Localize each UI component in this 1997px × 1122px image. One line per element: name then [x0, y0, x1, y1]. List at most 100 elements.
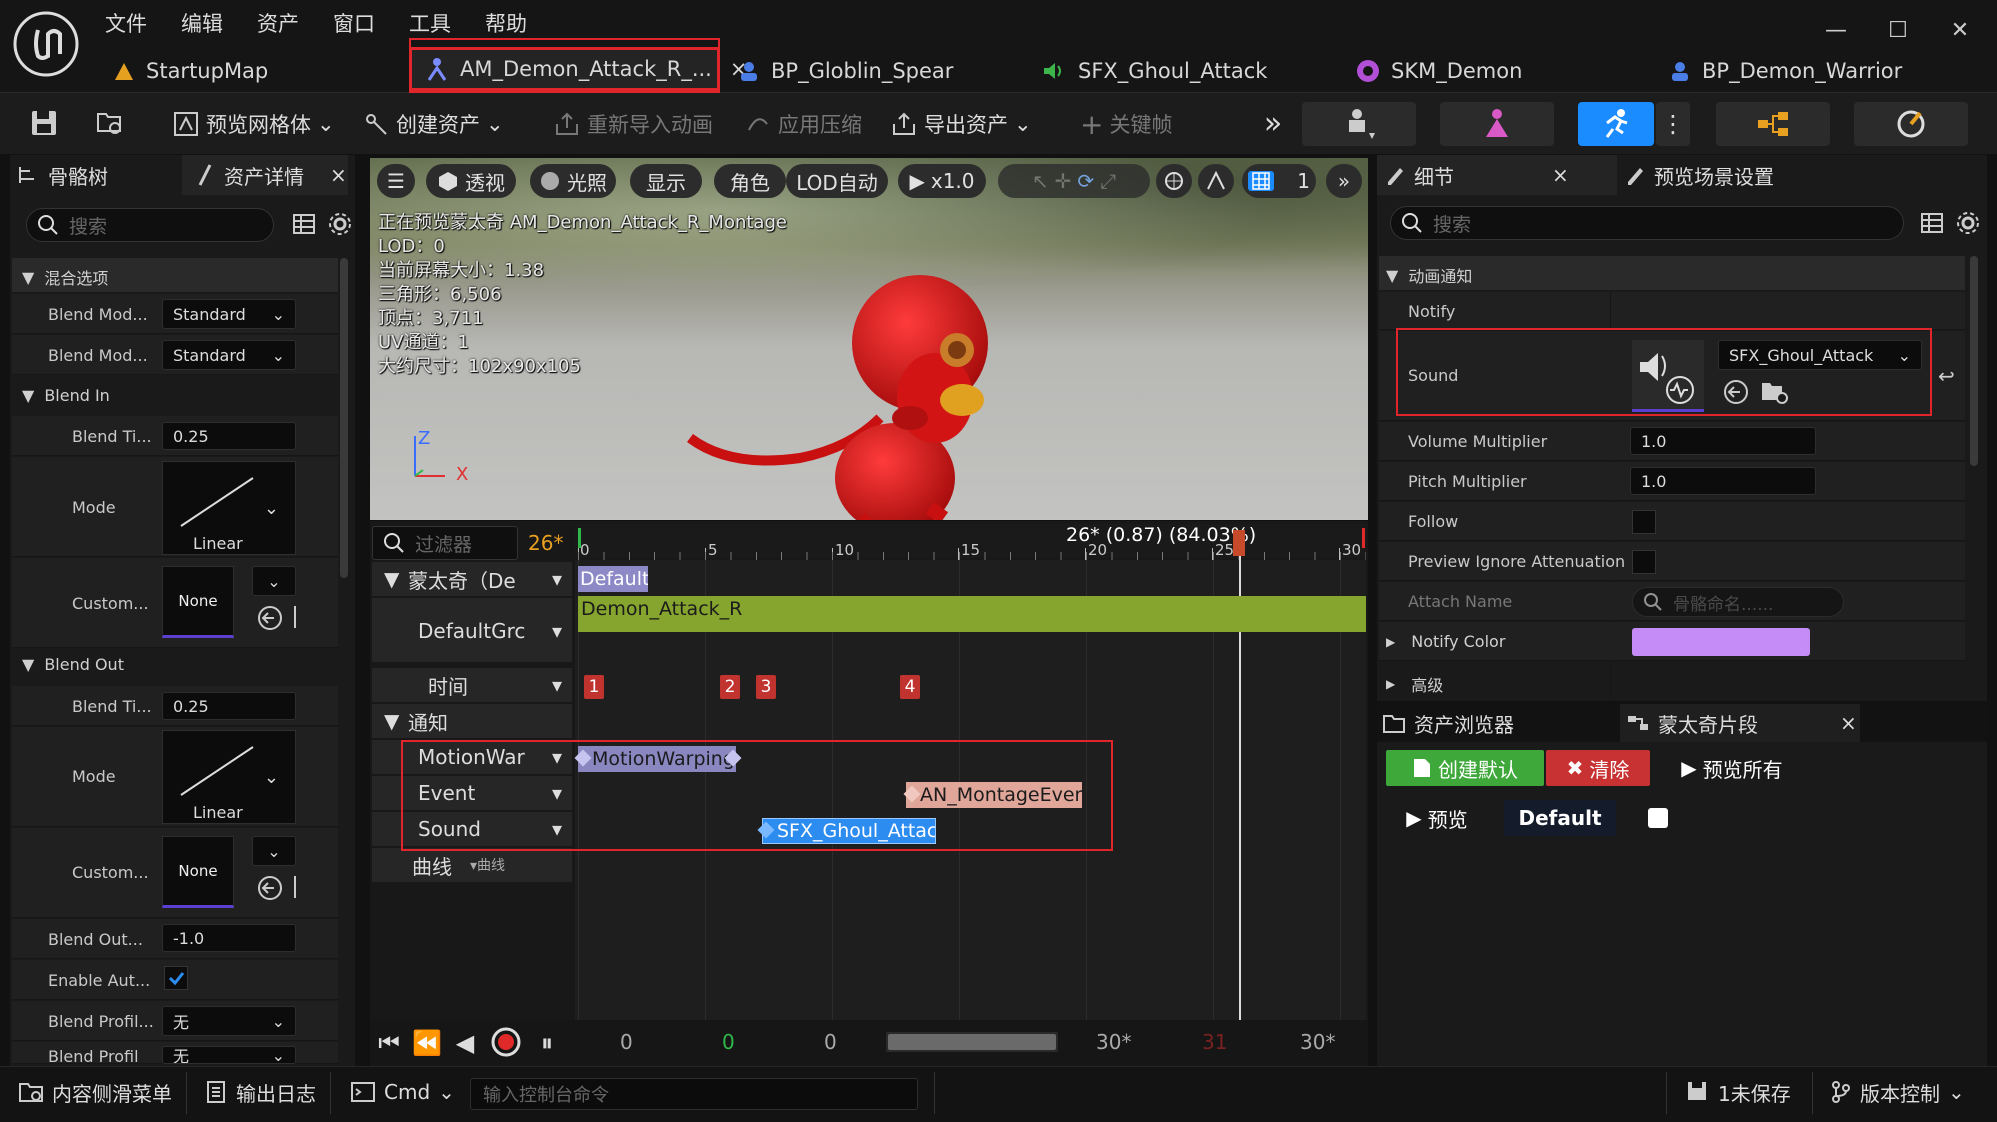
playback-end[interactable]: 31	[1202, 1030, 1227, 1054]
attach-name-input[interactable]: 骨骼命名......	[1632, 587, 1844, 617]
more-chevron-icon[interactable]: »	[1255, 105, 1291, 141]
key-button[interactable]: + 关键帧	[1080, 103, 1172, 145]
translate-icon[interactable]: ✛	[1055, 169, 1072, 193]
blend-mode-dropdown[interactable]: Standard ⌄	[162, 340, 296, 370]
close-icon[interactable]: ×	[1552, 163, 1569, 187]
browse-icon[interactable]	[92, 105, 128, 141]
blend-profile-dropdown[interactable]: 无 ⌄	[162, 1006, 296, 1036]
category-advanced-header[interactable]: ▶ 高级	[1386, 672, 1443, 696]
go-to-start-icon[interactable]: ⏮	[372, 1026, 406, 1060]
section-marker[interactable]: 2	[720, 675, 740, 699]
tab-startupmap[interactable]: StartupMap	[100, 50, 400, 92]
track-curves[interactable]: 曲线 ▾曲线	[372, 851, 572, 879]
track-filter-input[interactable]: 过滤器	[372, 526, 518, 560]
table-view-icon[interactable]	[1920, 211, 1944, 235]
scrollbar[interactable]	[340, 258, 348, 578]
preview-ignore-attenuation-checkbox[interactable]	[1632, 550, 1656, 574]
current-frame-counter[interactable]: 26*	[528, 531, 563, 555]
expand-toolbar-icon[interactable]: »	[1326, 164, 1362, 198]
scrollbar-thumb[interactable]	[888, 1034, 1056, 1050]
scale-icon[interactable]: ⤢	[1100, 169, 1116, 193]
maximize-icon[interactable]: ☐	[1878, 10, 1918, 50]
tab-montage-sections[interactable]: 蒙太奇片段 ×	[1626, 705, 1857, 741]
playback-speed-button[interactable]: ▶ x1.0	[898, 164, 986, 198]
custom-curve-thumbnail[interactable]: None	[162, 566, 234, 638]
select-icon[interactable]: ↖	[1032, 169, 1049, 193]
close-icon[interactable]: ×	[1840, 711, 1857, 735]
lod-auto-button[interactable]: LOD自动	[786, 164, 888, 198]
tab-skm-demon[interactable]: SKM_Demon	[1343, 50, 1643, 92]
scrollbar[interactable]	[1970, 256, 1978, 466]
pitch-multiplier-field[interactable]: 1.0	[1630, 467, 1816, 495]
minimize-icon[interactable]: —	[1816, 10, 1856, 50]
preview-mesh-button[interactable]: 预览网格体 ⌄	[172, 103, 335, 145]
blend-mode-dropdown[interactable]: Standard ⌄	[162, 299, 296, 329]
category-anim-notify-header[interactable]: ▼ 动画通知	[1386, 263, 1472, 287]
section-marker[interactable]: 1	[584, 675, 604, 699]
viewport-menu-button[interactable]: ☰	[377, 164, 415, 198]
tab-asset-details[interactable]: 资产详情 ×	[196, 157, 347, 193]
tab-bp-demon-warrior[interactable]: BP_Demon_Warrior	[1656, 50, 1956, 92]
physics-mode-button[interactable]	[1854, 102, 1968, 146]
clear-button[interactable]: ✖ 清除	[1546, 750, 1650, 786]
details-search-input[interactable]: 搜索	[1390, 206, 1904, 240]
pause-icon[interactable]: ⏸	[530, 1026, 564, 1060]
blend-out-mode-selector[interactable]: ⌄ Linear	[162, 730, 296, 824]
play-reverse-icon[interactable]: ◀	[448, 1026, 482, 1060]
table-view-icon[interactable]	[292, 212, 316, 236]
view-range-end[interactable]: 30*	[1300, 1030, 1335, 1054]
timeline-scrollbar[interactable]	[886, 1032, 1058, 1052]
character-button[interactable]: 角色	[714, 164, 786, 198]
menu-help[interactable]: 帮助	[485, 8, 527, 38]
reimport-animation-button[interactable]: 重新导入动画	[553, 103, 713, 145]
tab-asset-browser[interactable]: 资产浏览器	[1382, 705, 1514, 741]
menu-tools[interactable]: 工具	[409, 8, 451, 38]
notify-color-row[interactable]: ▶ Notify Color	[1386, 632, 1505, 651]
export-asset-button[interactable]: 导出资产 ⌄	[890, 103, 1032, 145]
surface-snap-icon[interactable]	[1198, 164, 1234, 198]
category-blend-options-header[interactable]: ▼ 混合选项	[22, 265, 108, 289]
track-notifies[interactable]: ▼ 通知	[372, 707, 572, 735]
lit-button[interactable]: 光照	[530, 164, 616, 198]
skeleton-mode-button[interactable]	[1302, 102, 1416, 146]
custom-curve-thumbnail[interactable]: None	[162, 836, 234, 908]
slot-default[interactable]: Default	[578, 566, 648, 592]
blend-in-time-field[interactable]: 0.25	[162, 422, 296, 450]
tab-sfx-ghoul-attack[interactable]: SFX_Ghoul_Attack	[1030, 50, 1330, 92]
custom-curve-dropdown[interactable]: ⌄	[252, 566, 296, 596]
world-local-icon[interactable]	[1156, 164, 1192, 198]
use-selected-icon[interactable]	[256, 604, 284, 632]
reset-to-default-icon[interactable]: ↩	[1938, 364, 1955, 388]
section-default[interactable]: Default	[1504, 800, 1616, 836]
custom-curve-dropdown[interactable]: ⌄	[252, 836, 296, 866]
apply-compression-button[interactable]: 应用压缩	[744, 103, 862, 145]
menu-file[interactable]: 文件	[105, 8, 147, 38]
tab-details[interactable]: 细节 ×	[1384, 157, 1569, 193]
tab-preview-scene-settings[interactable]: 预览场景设置	[1624, 157, 1774, 193]
enable-auto-checkbox[interactable]	[164, 966, 188, 990]
record-icon[interactable]	[488, 1024, 524, 1060]
working-range-end[interactable]: 30*	[1096, 1030, 1131, 1054]
rotate-icon[interactable]: ⟳	[1077, 169, 1094, 193]
mesh-mode-button[interactable]	[1440, 102, 1554, 146]
follow-checkbox[interactable]	[1632, 510, 1656, 534]
menu-window[interactable]: 窗口	[333, 8, 375, 38]
show-button[interactable]: 显示	[630, 164, 702, 198]
section-link-checkbox[interactable]	[1648, 808, 1668, 828]
view-range-start[interactable]: 0	[620, 1030, 633, 1054]
gear-icon[interactable]	[1956, 211, 1980, 235]
close-icon[interactable]: ×	[330, 163, 347, 187]
working-range-start[interactable]: 0	[824, 1030, 837, 1054]
category-blend-out-header[interactable]: ▼ Blend Out	[22, 655, 124, 674]
menu-edit[interactable]: 编辑	[181, 8, 223, 38]
source-control-button[interactable]: 版本控制 ⌄	[1830, 1070, 1965, 1114]
unreal-logo[interactable]	[12, 10, 80, 78]
use-selected-icon[interactable]	[256, 874, 284, 902]
gear-icon[interactable]	[328, 212, 352, 236]
unsaved-button[interactable]: 1未保存	[1686, 1070, 1791, 1114]
output-log-button[interactable]: 输出日志	[206, 1070, 316, 1114]
section-marker[interactable]: 3	[756, 675, 776, 699]
cmd-dropdown[interactable]: Cmd ⌄	[350, 1070, 455, 1114]
add-curve-dropdown[interactable]: ▾曲线	[470, 855, 505, 875]
track-time[interactable]: 时间 ▾	[372, 671, 572, 699]
